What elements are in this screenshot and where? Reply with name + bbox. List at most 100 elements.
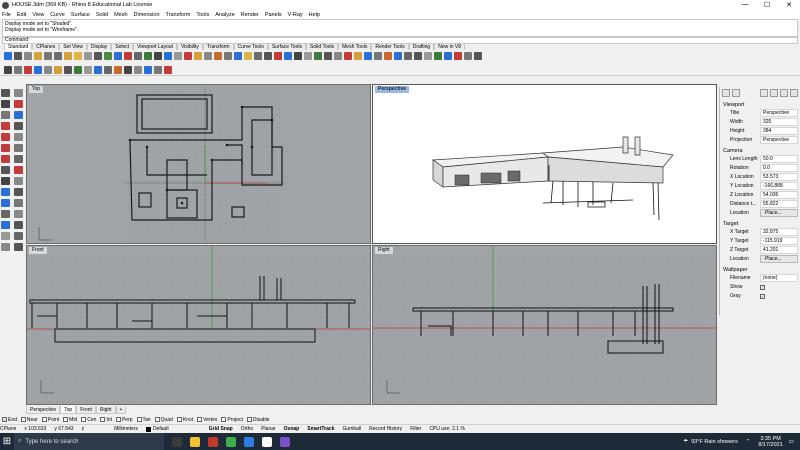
smarttrack-toggle[interactable]: SmartTrack <box>307 426 334 432</box>
toolbar-button-icon[interactable] <box>54 65 62 74</box>
viewport-tab-right[interactable]: Right <box>95 406 116 414</box>
toolbar-button-icon[interactable] <box>34 51 42 60</box>
planar-toggle[interactable]: Planar <box>261 426 275 432</box>
toolbar-button-icon[interactable] <box>334 51 342 60</box>
toolbar-button-icon[interactable] <box>224 51 232 60</box>
camera-place-button[interactable]: Place... <box>760 209 798 217</box>
menu-item-dimension[interactable]: Dimension <box>134 12 160 18</box>
osnap-toggle[interactable]: Osnap <box>284 426 300 432</box>
toolbar-tab-curve-tools[interactable]: Curve Tools <box>233 43 268 50</box>
toolbar-button-icon[interactable] <box>264 51 272 60</box>
toolbar-button-icon[interactable] <box>294 51 302 60</box>
toolbar-button-icon[interactable] <box>64 65 72 74</box>
viewport-tab-front[interactable]: Front <box>76 406 96 414</box>
viewport-title-right[interactable]: Right <box>375 247 393 254</box>
x-location-field[interactable]: 53.573 <box>760 173 798 181</box>
toolbar-button-icon[interactable] <box>424 51 432 60</box>
windows-start-icon[interactable]: ⊞ <box>0 433 14 450</box>
sidebar-tool-icon[interactable] <box>14 122 23 130</box>
toolbar-button-icon[interactable] <box>154 65 162 74</box>
toolbar-button-icon[interactable] <box>144 65 152 74</box>
viewport-perspective[interactable]: Perspective <box>372 84 717 244</box>
toolbar-tab-visibility[interactable]: Visibility <box>176 43 203 50</box>
viewport-title-front[interactable]: Front <box>29 247 47 254</box>
chevron-up-icon[interactable]: ⌃ <box>746 439 751 445</box>
z-target-field[interactable]: 41.201 <box>760 246 798 254</box>
close-button[interactable]: ✕ <box>778 1 800 9</box>
sidebar-tool-icon[interactable] <box>1 144 10 152</box>
vray-icon[interactable] <box>280 436 290 447</box>
toolbar-button-icon[interactable] <box>204 51 212 60</box>
osnap-point-checkbox[interactable]: Point <box>41 417 59 423</box>
toolbar-button-icon[interactable] <box>394 51 402 60</box>
toolbar-button-icon[interactable] <box>384 51 392 60</box>
chrome-icon[interactable] <box>208 436 218 447</box>
menu-item-mesh[interactable]: Mesh <box>114 12 127 18</box>
viewport-front[interactable]: Front <box>26 245 371 405</box>
gray-checkbox[interactable]: ✓ <box>760 292 766 301</box>
osnap-knot-checkbox[interactable]: Knot <box>176 417 193 423</box>
toolbar-tab-solid-tools[interactable]: Solid Tools <box>306 43 339 50</box>
toolbar-button-icon[interactable] <box>354 51 362 60</box>
toolbar-button-icon[interactable] <box>4 65 12 74</box>
osnap-near-checkbox[interactable]: Near <box>20 417 38 423</box>
toolbar-tab-render-tools[interactable]: Render Tools <box>371 43 409 50</box>
menu-item-tools[interactable]: Tools <box>196 12 209 18</box>
projection-select[interactable]: Perspective <box>760 136 798 144</box>
rotation-field[interactable]: 0.0 <box>760 164 798 172</box>
toolbar-button-icon[interactable] <box>84 65 92 74</box>
toolbar-button-icon[interactable] <box>54 51 62 60</box>
toolbar-tab-viewport-layout[interactable]: Viewport Layout <box>133 43 177 50</box>
toolbar-tab-cplanes[interactable]: CPlanes <box>32 43 60 50</box>
help-tab-icon[interactable] <box>770 89 778 97</box>
sidebar-tool-icon[interactable] <box>14 144 23 152</box>
sidebar-tool-icon[interactable] <box>14 199 23 207</box>
toolbar-button-icon[interactable] <box>454 51 462 60</box>
toolbar-button-icon[interactable] <box>284 51 292 60</box>
toolbar-button-icon[interactable] <box>4 51 12 60</box>
target-place-button[interactable]: Place... <box>760 255 798 263</box>
toolbar-button-icon[interactable] <box>214 51 222 60</box>
sidebar-tool-icon[interactable] <box>14 232 23 240</box>
osnap-disable-checkbox[interactable]: Disable <box>246 417 270 423</box>
toolbar-button-icon[interactable] <box>444 51 452 60</box>
minimize-button[interactable]: — <box>734 1 756 9</box>
toolbar-button-icon[interactable] <box>94 65 102 74</box>
sidebar-tool-icon[interactable] <box>1 155 10 163</box>
toolbar-button-icon[interactable] <box>134 51 142 60</box>
weather-text[interactable]: 93°F Rain showers <box>691 439 738 445</box>
toolbar-button-icon[interactable] <box>304 51 312 60</box>
toolbar-button-icon[interactable] <box>114 65 122 74</box>
sidebar-tool-icon[interactable] <box>1 122 10 130</box>
layer-swatch[interactable] <box>145 426 151 432</box>
record-history-toggle[interactable]: Record History <box>369 426 402 432</box>
toolbar-button-icon[interactable] <box>114 51 122 60</box>
weather-icon[interactable]: ☂ <box>683 439 688 445</box>
sidebar-tool-icon[interactable] <box>1 89 10 97</box>
toolbar-button-icon[interactable] <box>134 65 142 74</box>
toolbar-button-icon[interactable] <box>94 51 102 60</box>
sidebar-tool-icon[interactable] <box>1 210 10 218</box>
viewport-title-perspective[interactable]: Perspective <box>375 86 410 93</box>
sidebar-tool-icon[interactable] <box>1 188 10 196</box>
toolbar-button-icon[interactable] <box>184 51 192 60</box>
toolbar-button-icon[interactable] <box>104 65 112 74</box>
viewport-tab-top[interactable]: Top <box>60 406 77 414</box>
toolbar-button-icon[interactable] <box>244 51 252 60</box>
sidebar-tool-icon[interactable] <box>1 199 10 207</box>
menu-item-panels[interactable]: Panels <box>265 12 282 18</box>
sidebar-tool-icon[interactable] <box>1 133 10 141</box>
menu-item-solid[interactable]: Solid <box>96 12 108 18</box>
show-checkbox[interactable]: ✓ <box>760 283 766 292</box>
sidebar-tool-icon[interactable] <box>1 100 10 108</box>
viewport-top[interactable]: Top <box>26 84 371 244</box>
maximize-button[interactable]: ☐ <box>756 1 778 9</box>
sidebar-tool-icon[interactable] <box>1 221 10 229</box>
ortho-toggle[interactable]: Ortho <box>241 426 254 432</box>
toolbar-button-icon[interactable] <box>414 51 422 60</box>
menu-item-render[interactable]: Render <box>241 12 259 18</box>
menu-item-vray[interactable]: V-Ray <box>288 12 303 18</box>
toolbar-button-icon[interactable] <box>164 51 172 60</box>
taskbar-search[interactable]: ⌕ Type here to search <box>14 433 164 450</box>
toolbar-button-icon[interactable] <box>374 51 382 60</box>
